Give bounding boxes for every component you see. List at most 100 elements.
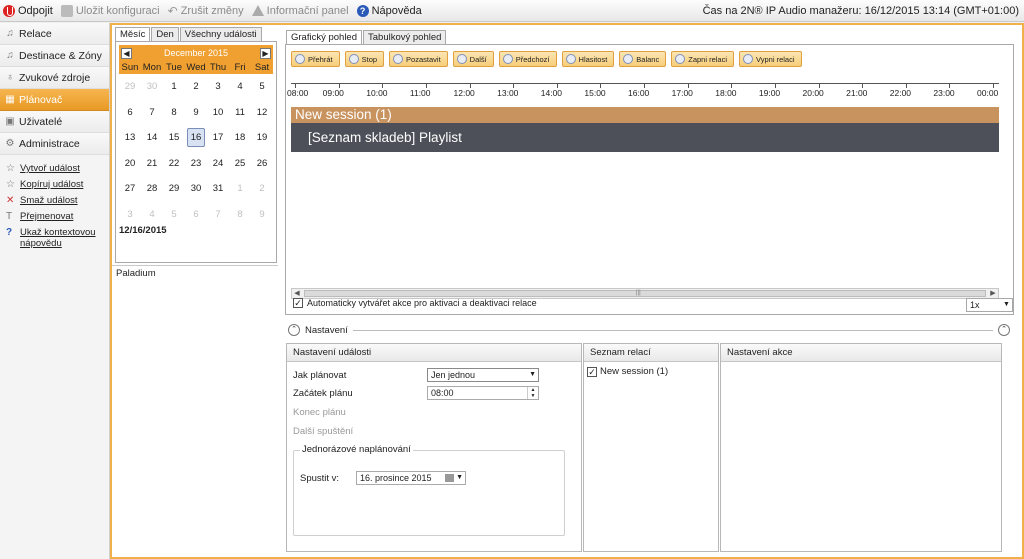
previous-button[interactable]: Předchozí <box>498 51 557 67</box>
scroll-right-icon[interactable]: ▶ <box>988 289 998 298</box>
context-help-link[interactable]: ? Ukaž kontextovou nápovědu <box>6 227 109 249</box>
calendar-day[interactable]: 29 <box>163 176 185 202</box>
spinner-icon[interactable]: ▲ ▼ <box>527 387 538 399</box>
calendar-day-number: 22 <box>168 157 180 169</box>
next-month-button[interactable]: ▶ <box>259 47 271 59</box>
settings-header: ⌃ Nastavení ⌃ <box>288 323 1010 337</box>
timeline-hour-label: 09:00 <box>322 88 344 98</box>
save-config-button[interactable]: Uložit konfiguraci <box>60 4 160 17</box>
stop-button[interactable]: Stop <box>344 51 385 67</box>
tab-graphic-view[interactable]: Grafický pohled <box>286 30 363 44</box>
play-icon <box>295 54 305 64</box>
calendar-day[interactable]: 15 <box>163 125 185 151</box>
enable-session-button[interactable]: Zapni relaci <box>671 51 735 67</box>
prev-month-button[interactable]: ◀ <box>121 47 132 59</box>
calendar-day[interactable]: 29 <box>119 74 141 100</box>
calendar-day[interactable]: 1 <box>163 74 185 100</box>
schedule-type-value: Jen jednou <box>431 370 476 380</box>
create-event-link[interactable]: ☆ Vytvoř událost <box>6 163 109 174</box>
calendar-day[interactable]: 30 <box>185 176 207 202</box>
play-button[interactable]: Přehrát <box>291 51 340 67</box>
collapse-icon[interactable]: ⌃ <box>998 324 1010 336</box>
calendar-day[interactable]: 7 <box>141 100 163 126</box>
pin-icon <box>743 54 754 64</box>
tab-table-view[interactable]: Tabulkový pohled <box>363 30 447 44</box>
undo-changes-button[interactable]: ↶ Zrušit změny <box>168 5 244 17</box>
calendar-day[interactable]: 26 <box>251 151 273 177</box>
calendar-day[interactable]: 31 <box>207 176 229 202</box>
calendar-day[interactable]: 16 <box>185 125 207 151</box>
sidebar-item-destinace[interactable]: ♫ Destinace & Zóny <box>0 45 109 67</box>
chevron-down-icon: ▼ <box>529 371 536 378</box>
tab-day[interactable]: Den <box>151 27 179 41</box>
calendar-day[interactable]: 11 <box>229 100 251 126</box>
music-note-icon: ♫ <box>6 27 14 39</box>
calendar-day[interactable]: 7 <box>207 202 229 228</box>
run-date-picker[interactable]: 16. prosince 2015 ▼ <box>356 471 466 485</box>
calendar-day[interactable]: 2 <box>185 74 207 100</box>
scroll-left-icon[interactable]: ◀ <box>292 289 302 298</box>
playlist-row[interactable]: [Seznam skladeb] Playlist <box>291 123 999 152</box>
tab-all-events[interactable]: Všechny události <box>179 27 262 41</box>
disconnect-button[interactable]: Odpojit <box>3 4 53 17</box>
pause-button[interactable]: Pozastavit <box>389 51 448 67</box>
calendar-day[interactable]: 18 <box>229 125 251 151</box>
calendar-day[interactable]: 27 <box>119 176 141 202</box>
sidebar-item-administrace[interactable]: ⚙ Administrace <box>0 133 109 155</box>
auto-actions-checkbox-row[interactable]: ✓ Automaticky vytvářet akce pro aktivaci… <box>293 298 537 308</box>
calendar-day[interactable]: 13 <box>119 125 141 151</box>
calendar-day[interactable]: 8 <box>229 202 251 228</box>
calendar-day[interactable]: 9 <box>251 202 273 228</box>
tab-month[interactable]: Měsíc <box>115 27 151 41</box>
calendar-day[interactable]: 4 <box>141 202 163 228</box>
calendar-day[interactable]: 5 <box>251 74 273 100</box>
copy-event-link[interactable]: ☆ Kopíruj událost <box>6 179 109 190</box>
info-panel-button[interactable]: Informační panel <box>251 5 349 17</box>
session-checkbox[interactable]: ✓ <box>587 366 597 377</box>
calendar-day[interactable]: 6 <box>119 100 141 126</box>
calendar-day[interactable]: 3 <box>207 74 229 100</box>
calendar-day[interactable]: 3 <box>119 202 141 228</box>
calendar-day[interactable]: 2 <box>251 176 273 202</box>
rename-link[interactable]: T Přejmenovat <box>6 211 109 222</box>
session-row[interactable]: New session (1) <box>291 107 999 123</box>
calendar-day[interactable]: 9 <box>185 100 207 126</box>
calendar-day[interactable]: 8 <box>163 100 185 126</box>
calendar-day[interactable]: 12 <box>251 100 273 126</box>
calendar-day[interactable]: 5 <box>163 202 185 228</box>
calendar-day[interactable]: 22 <box>163 151 185 177</box>
volume-button[interactable]: Hlasitost <box>561 51 615 67</box>
sidebar-item-planovac[interactable]: ▦ Plánovač <box>0 89 109 111</box>
start-time-input[interactable]: 08:00 ▲ ▼ <box>427 386 539 400</box>
list-item[interactable]: ✓ New session (1) <box>587 366 668 377</box>
next-button[interactable]: Další <box>452 51 494 67</box>
schedule-type-select[interactable]: Jen jednou ▼ <box>427 368 539 382</box>
calendar-day[interactable]: 21 <box>141 151 163 177</box>
calendar-day[interactable]: 28 <box>141 176 163 202</box>
calendar-day[interactable]: 6 <box>185 202 207 228</box>
balance-button[interactable]: Balanc <box>619 51 667 67</box>
calendar-day[interactable]: 23 <box>185 151 207 177</box>
calendar-day[interactable]: 14 <box>141 125 163 151</box>
calendar-day[interactable]: 17 <box>207 125 229 151</box>
calendar-day[interactable]: 19 <box>251 125 273 151</box>
auto-actions-label: Automaticky vytvářet akce pro aktivaci a… <box>307 298 537 308</box>
balance-icon <box>623 54 634 64</box>
disable-session-button[interactable]: Vypni relaci <box>739 51 802 67</box>
calendar-day[interactable]: 30 <box>141 74 163 100</box>
calendar-day[interactable]: 20 <box>119 151 141 177</box>
delete-event-link[interactable]: ✕ Smaž událost <box>6 195 109 206</box>
collapse-icon[interactable]: ⌃ <box>288 324 300 336</box>
sidebar-item-relace[interactable]: ♫ Relace <box>0 23 109 45</box>
auto-actions-checkbox[interactable]: ✓ <box>293 298 303 308</box>
sidebar-item-uzivatele[interactable]: ▣ Uživatelé <box>0 111 109 133</box>
calendar-day[interactable]: 1 <box>229 176 251 202</box>
sidebar-item-zvukove-zdroje[interactable]: ♁ Zvukové zdroje <box>0 67 109 89</box>
calendar-day[interactable]: 25 <box>229 151 251 177</box>
scrollbar-thumb[interactable] <box>304 290 986 297</box>
help-button[interactable]: ? Nápověda <box>356 4 422 17</box>
calendar-day[interactable]: 10 <box>207 100 229 126</box>
calendar-day[interactable]: 4 <box>229 74 251 100</box>
zoom-select[interactable]: 1x ▼ <box>966 298 1013 312</box>
calendar-day[interactable]: 24 <box>207 151 229 177</box>
